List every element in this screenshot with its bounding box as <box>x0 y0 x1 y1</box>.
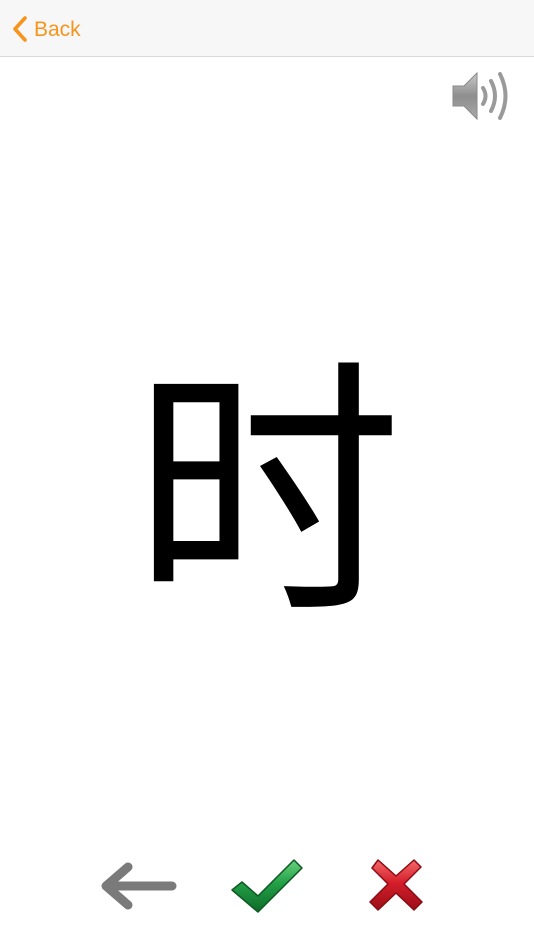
answer-toolbar <box>0 850 534 920</box>
navigation-bar: Back <box>0 0 534 57</box>
mark-wrong-button[interactable] <box>366 856 426 914</box>
chevron-left-icon <box>12 16 28 42</box>
back-label: Back <box>34 17 81 41</box>
mark-correct-button[interactable] <box>228 854 306 916</box>
flashcard-character-area: 时 <box>0 330 534 660</box>
cross-icon <box>366 859 426 918</box>
previous-card-button[interactable] <box>98 858 180 914</box>
play-audio-button[interactable] <box>450 68 514 124</box>
flashcard-screen: Back 时 <box>0 0 534 950</box>
speaker-volume-icon <box>450 71 514 128</box>
arrow-left-icon <box>98 862 180 918</box>
hanzi-character: 时 <box>132 337 402 652</box>
checkmark-icon <box>228 859 306 920</box>
back-button[interactable]: Back <box>12 12 81 46</box>
